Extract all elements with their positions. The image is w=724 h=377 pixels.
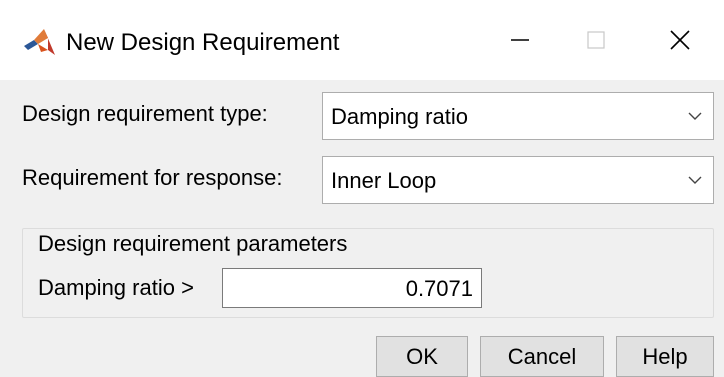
minimize-button[interactable]: [484, 0, 556, 80]
response-dropdown[interactable]: Inner Loop: [322, 156, 714, 204]
parameters-group-title: Design requirement parameters: [34, 230, 352, 258]
close-button[interactable]: [644, 0, 716, 80]
response-value: Inner Loop: [331, 168, 437, 193]
chevron-down-icon[interactable]: [677, 157, 713, 203]
requirement-type-dropdown[interactable]: Damping ratio: [322, 92, 714, 140]
dialog-body: Design requirement type: Damping ratio R…: [0, 80, 724, 377]
requirement-type-value: Damping ratio: [331, 104, 468, 129]
cancel-button[interactable]: Cancel: [480, 336, 604, 377]
maximize-button[interactable]: [560, 0, 632, 80]
damping-ratio-input[interactable]: 0.7071: [222, 268, 482, 308]
damping-ratio-value: 0.7071: [405, 276, 473, 301]
help-button[interactable]: Help: [616, 336, 714, 377]
title-bar[interactable]: New Design Requirement: [0, 0, 724, 80]
window-title: New Design Requirement: [66, 29, 340, 56]
damping-ratio-label: Damping ratio >: [38, 275, 194, 300]
ok-button[interactable]: OK: [376, 336, 468, 377]
requirement-type-label: Design requirement type:: [22, 101, 268, 126]
maximize-icon: [586, 30, 606, 50]
matlab-logo-icon: [22, 28, 56, 56]
response-label: Requirement for response:: [22, 165, 283, 190]
minimize-icon: [510, 30, 530, 50]
chevron-down-icon[interactable]: [677, 93, 713, 139]
close-icon: [669, 29, 691, 51]
